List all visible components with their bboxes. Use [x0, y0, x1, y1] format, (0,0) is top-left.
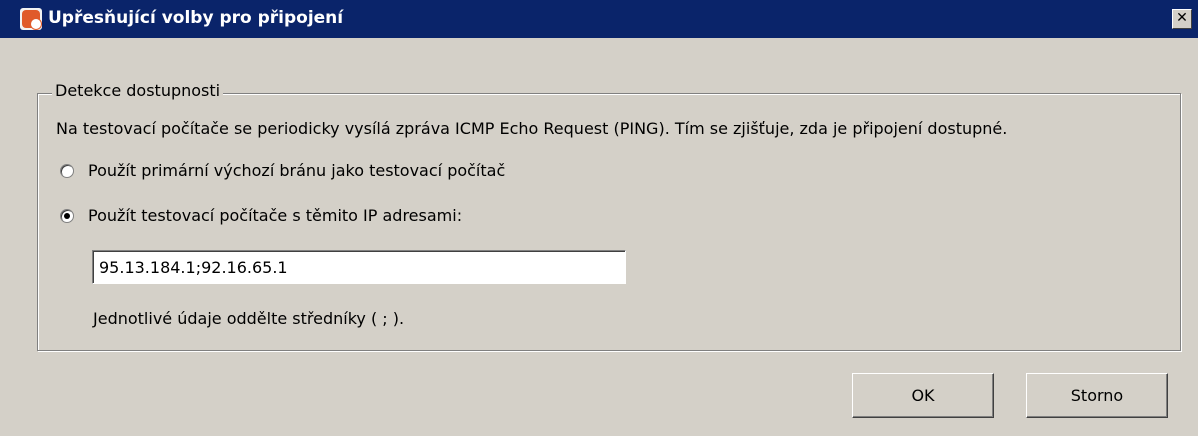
radio-custom-ip-label: Použít testovací počítače s těmito IP ad…	[88, 206, 463, 225]
radio-default-gateway[interactable]: Použít primární výchozí bránu jako testo…	[60, 161, 505, 180]
app-icon	[20, 8, 42, 30]
window-title: Upřesňující volby pro připojení	[48, 8, 344, 28]
radio-default-gateway-label: Použít primární výchozí bránu jako testo…	[88, 161, 506, 180]
description-text: Na testovací počítače se periodicky vysí…	[56, 119, 1008, 138]
ip-addresses-input[interactable]	[92, 250, 626, 284]
groupbox-legend: Detekce dostupnosti	[52, 81, 224, 100]
close-icon: ✕	[1176, 10, 1188, 26]
cancel-button[interactable]: Storno	[1026, 373, 1168, 418]
close-button[interactable]: ✕	[1172, 9, 1192, 29]
radio-unchecked-icon[interactable]	[60, 163, 74, 178]
ok-button[interactable]: OK	[852, 373, 994, 418]
hint-text: Jednotlivé údaje oddělte středníky ( ; )…	[93, 309, 405, 328]
title-bar: Upřesňující volby pro připojení ✕	[0, 0, 1198, 38]
radio-custom-ip[interactable]: Použít testovací počítače s těmito IP ad…	[60, 206, 462, 225]
radio-checked-icon[interactable]	[60, 208, 74, 223]
